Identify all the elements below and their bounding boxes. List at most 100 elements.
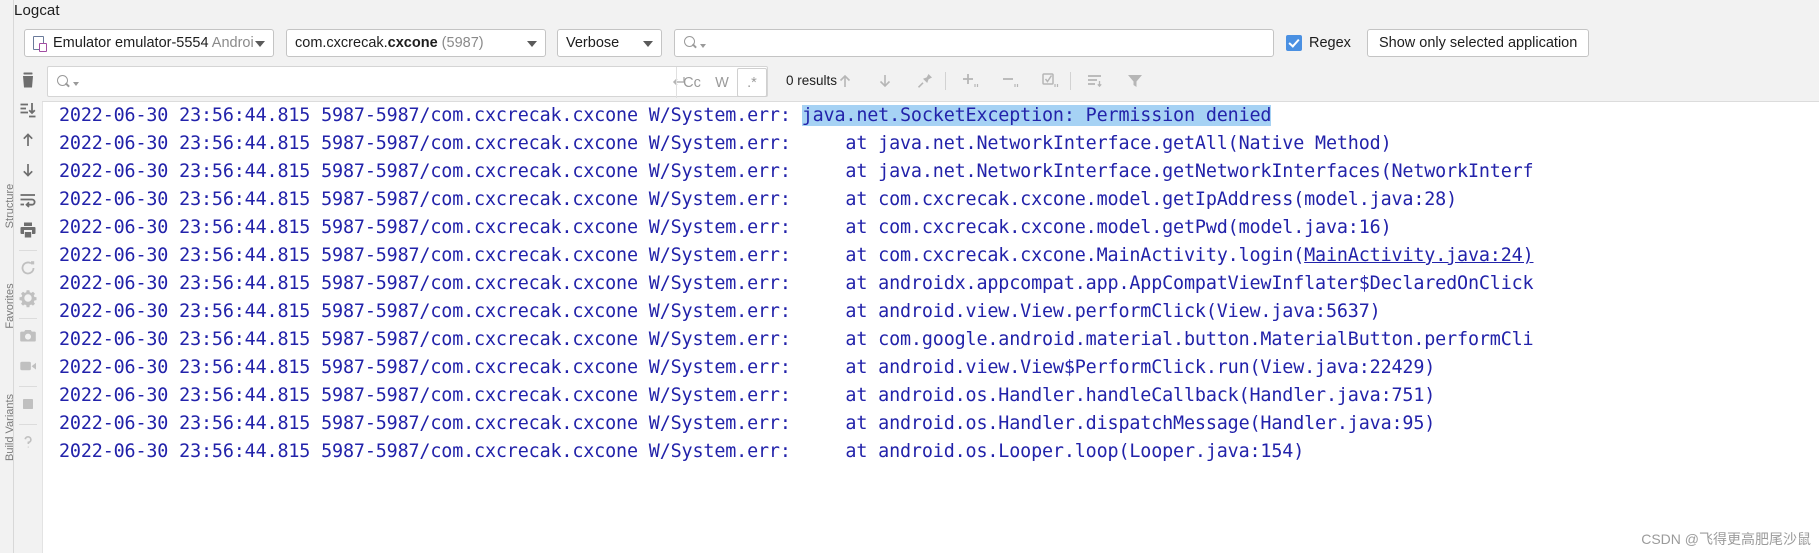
log-row: 2022-06-30 23:56:44.815 5987-5987/com.cx… — [59, 214, 1392, 242]
log-message: at com.cxcrecak.cxcone.model.getIpAddres… — [801, 189, 1458, 210]
logcat-titlebar: Logcat — [0, 0, 1819, 24]
screen-record-icon[interactable] — [18, 356, 38, 376]
clear-logcat-icon[interactable] — [18, 70, 38, 90]
logcat-search-box[interactable] — [674, 29, 1274, 57]
regex-checkbox[interactable] — [1286, 35, 1302, 51]
log-row: 2022-06-30 23:56:44.815 5987-5987/com.cx… — [59, 410, 1435, 438]
help-question-icon[interactable] — [18, 432, 38, 452]
soft-wrap-icon[interactable] — [1084, 70, 1106, 92]
log-prefix: 2022-06-30 23:56:44.815 5987-5987/com.cx… — [59, 217, 802, 238]
regex-checkbox-group[interactable]: Regex — [1286, 29, 1351, 57]
log-row: 2022-06-30 23:56:44.815 5987-5987/com.cx… — [59, 102, 1272, 130]
log-row: 2022-06-30 23:56:44.815 5987-5987/com.cx… — [59, 382, 1435, 410]
log-row: 2022-06-30 23:56:44.815 5987-5987/com.cx… — [59, 354, 1435, 382]
source-link-mainactivity[interactable]: MainActivity.java:24) — [1304, 245, 1534, 266]
find-input[interactable] — [82, 72, 642, 91]
logcat-tool-column — [14, 62, 42, 553]
arrow-down-icon[interactable] — [874, 70, 896, 92]
log-prefix: 2022-06-30 23:56:44.815 5987-5987/com.cx… — [59, 133, 802, 154]
chevron-down-icon — [643, 41, 653, 47]
tab-logcat[interactable]: Logcat — [14, 2, 60, 19]
log-message: at com.google.android.material.button.Ma… — [801, 329, 1534, 350]
print-icon[interactable] — [18, 220, 38, 240]
settings-gear-icon[interactable] — [18, 288, 38, 308]
log-message: at android.view.View.performClick(View.j… — [801, 301, 1381, 322]
log-row: 2022-06-30 23:56:44.815 5987-5987/com.cx… — [59, 326, 1534, 354]
filter-icon[interactable] — [1124, 70, 1146, 92]
log-message: at com.cxcrecak.cxcone.MainActivity.logi… — [801, 245, 1305, 266]
find-toolbar: Cc W .* 0 results — [14, 62, 1819, 102]
logcat-output[interactable]: 2022-06-30 23:56:44.815 5987-5987/com.cx… — [42, 102, 1819, 553]
watermark: CSDN @飞得更高肥尾沙鼠 — [1641, 531, 1811, 547]
find-results-count: 0 results — [786, 73, 838, 88]
chevron-down-icon[interactable] — [700, 43, 706, 48]
toolbar-divider — [945, 72, 946, 90]
soft-wrap-icon[interactable] — [18, 190, 38, 210]
log-level-label: Verbose — [566, 35, 620, 51]
log-prefix: 2022-06-30 23:56:44.815 5987-5987/com.cx… — [59, 413, 802, 434]
scroll-to-end-icon[interactable] — [18, 100, 38, 120]
select-all-occurrences-icon[interactable] — [1039, 70, 1061, 92]
process-selector[interactable]: com.cxcrecak.cxcone (5987) — [286, 29, 546, 57]
toolbar-divider — [19, 318, 37, 319]
log-message: at android.os.Handler.handleCallback(Han… — [801, 385, 1436, 406]
restart-icon[interactable] — [18, 258, 38, 278]
logcat-filter-toolbar: Emulator emulator-5554 Android com.cxcre… — [14, 24, 1819, 62]
log-prefix: 2022-06-30 23:56:44.815 5987-5987/com.cx… — [59, 357, 802, 378]
device-selector[interactable]: Emulator emulator-5554 Android — [24, 29, 274, 57]
log-row: 2022-06-30 23:56:44.815 5987-5987/com.cx… — [59, 242, 1534, 270]
find-option-group: Cc W .* — [676, 67, 767, 98]
device-selector-label: Emulator emulator-5554 Android — [53, 35, 253, 51]
collapse-all-icon[interactable] — [999, 70, 1021, 92]
chevron-down-icon — [527, 41, 537, 47]
log-prefix: 2022-06-30 23:56:44.815 5987-5987/com.cx… — [59, 105, 802, 126]
log-prefix: 2022-06-30 23:56:44.815 5987-5987/com.cx… — [59, 385, 802, 406]
log-row: 2022-06-30 23:56:44.815 5987-5987/com.cx… — [59, 438, 1304, 466]
show-only-selected-application-button[interactable]: Show only selected application — [1367, 29, 1590, 57]
log-message: at android.os.Looper.loop(Looper.java:15… — [801, 441, 1305, 462]
logcat-panel: Logcat Structure Favorites Build Variant… — [0, 0, 1819, 553]
tool-window-rail: Structure Favorites Build Variants — [0, 0, 16, 553]
down-the-stack-trace-icon[interactable] — [18, 160, 38, 180]
find-option-regex[interactable]: .* — [737, 68, 767, 97]
toolbar-divider — [1070, 72, 1071, 90]
up-the-stack-trace-icon[interactable] — [18, 130, 38, 150]
log-message: at androidx.appcompat.app.AppCompatViewI… — [801, 273, 1534, 294]
chevron-down-icon[interactable] — [73, 82, 79, 86]
logcat-search-input[interactable] — [709, 34, 1249, 52]
log-row: 2022-06-30 23:56:44.815 5987-5987/com.cx… — [59, 158, 1534, 186]
pin-icon[interactable] — [914, 70, 936, 92]
log-message: at java.net.NetworkInterface.getNetworkI… — [801, 161, 1534, 182]
show-only-selected-application-label: Show only selected application — [1379, 35, 1578, 51]
log-row: 2022-06-30 23:56:44.815 5987-5987/com.cx… — [59, 130, 1392, 158]
log-prefix: 2022-06-30 23:56:44.815 5987-5987/com.cx… — [59, 329, 802, 350]
regex-label: Regex — [1309, 35, 1351, 51]
stop-icon[interactable] — [18, 394, 38, 414]
log-prefix: 2022-06-30 23:56:44.815 5987-5987/com.cx… — [59, 189, 802, 210]
log-message: at android.view.View$PerformClick.run(Vi… — [801, 357, 1436, 378]
find-field[interactable]: Cc W .* — [47, 66, 768, 98]
toolbar-divider — [19, 424, 37, 425]
log-row: 2022-06-30 23:56:44.815 5987-5987/com.cx… — [59, 270, 1534, 298]
chevron-down-icon — [255, 41, 265, 47]
arrow-up-icon[interactable] — [834, 70, 856, 92]
find-option-match-case[interactable]: Cc — [677, 68, 707, 97]
log-message: at com.cxcrecak.cxcone.model.getPwd(mode… — [801, 217, 1392, 238]
log-row: 2022-06-30 23:56:44.815 5987-5987/com.cx… — [59, 298, 1381, 326]
log-message: at java.net.NetworkInterface.getAll(Nati… — [801, 133, 1392, 154]
log-level-selector[interactable]: Verbose — [557, 29, 662, 57]
search-icon — [683, 35, 699, 51]
log-message: at android.os.Handler.dispatchMessage(Ha… — [801, 413, 1436, 434]
screenshot-camera-icon[interactable] — [18, 326, 38, 346]
log-prefix: 2022-06-30 23:56:44.815 5987-5987/com.cx… — [59, 301, 802, 322]
toolbar-divider — [19, 250, 37, 251]
expand-all-icon[interactable] — [959, 70, 981, 92]
log-row: 2022-06-30 23:56:44.815 5987-5987/com.cx… — [59, 186, 1457, 214]
log-prefix: 2022-06-30 23:56:44.815 5987-5987/com.cx… — [59, 245, 802, 266]
log-prefix: 2022-06-30 23:56:44.815 5987-5987/com.cx… — [59, 161, 802, 182]
log-prefix: 2022-06-30 23:56:44.815 5987-5987/com.cx… — [59, 273, 802, 294]
device-icon — [33, 36, 47, 52]
toolbar-divider — [19, 386, 37, 387]
log-exception-highlight: java.net.SocketException: Permission den… — [801, 105, 1272, 126]
find-option-words[interactable]: W — [707, 68, 737, 97]
